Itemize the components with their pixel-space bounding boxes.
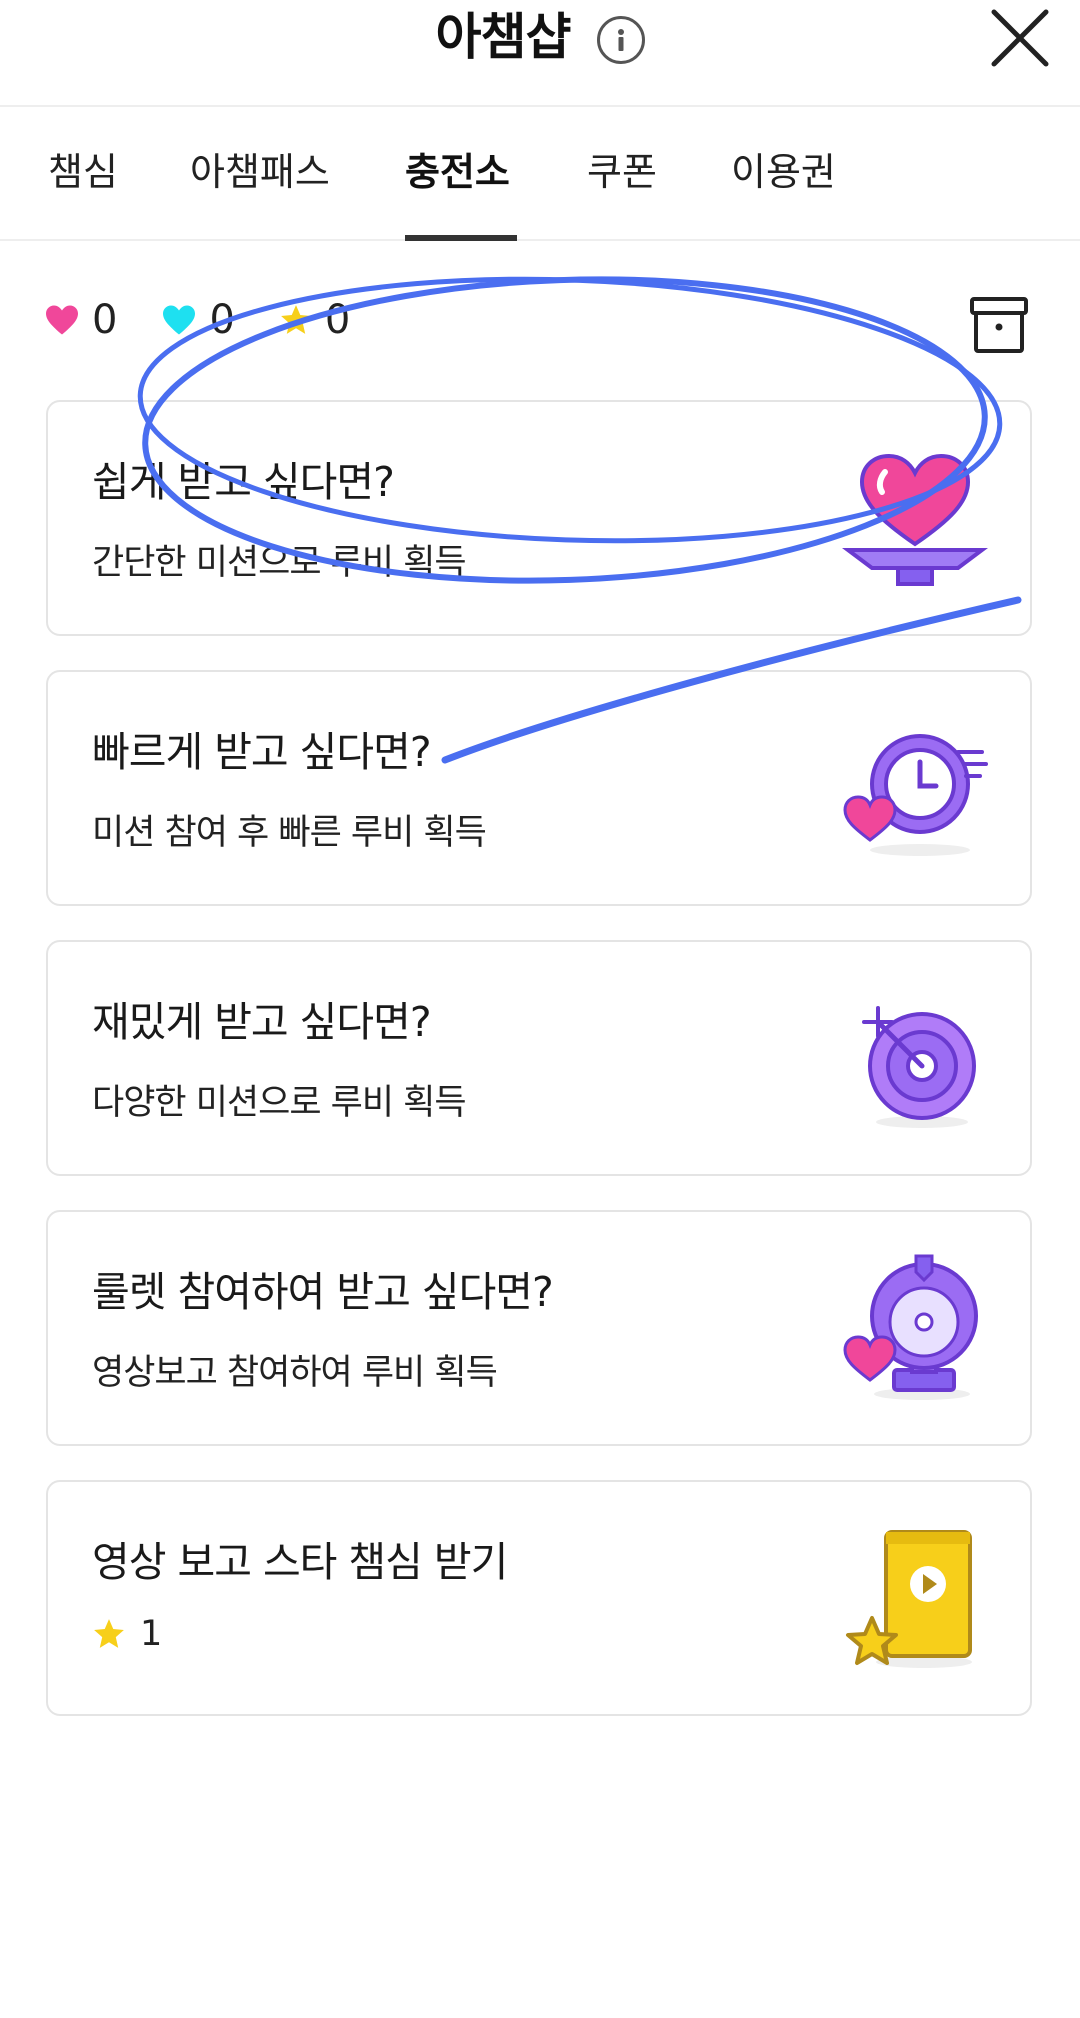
heart-on-plate-icon: [842, 453, 988, 586]
card-title: 룰렛 참여하여 받고 싶다면?: [92, 1268, 554, 1316]
tab-charging-station[interactable]: 충전소: [405, 105, 510, 239]
pink-heart-icon: [46, 305, 78, 335]
charge-card-fast[interactable]: 빠르게 받고 싶다면? 미션 참여 후 빠른 루비 획득: [46, 670, 1032, 906]
card-subtitle: 미션 참여 후 빠른 루비 획득: [92, 813, 487, 853]
star-balance: 0: [279, 297, 350, 343]
active-tab-indicator: [405, 235, 517, 241]
charge-card-video-star[interactable]: 영상 보고 스타 챔심 받기 1: [46, 1480, 1032, 1716]
roulette-heart-icon: [843, 1254, 978, 1400]
close-button[interactable]: [988, 6, 1052, 70]
tab-coupon[interactable]: 쿠폰: [587, 105, 657, 239]
charge-card-fun[interactable]: 재밌게 받고 싶다면? 다양한 미션으로 루비 획득: [46, 940, 1032, 1176]
card-title: 쉽게 받고 싶다면?: [92, 458, 395, 506]
star-icon: [94, 1619, 124, 1648]
target-icon: [862, 1006, 976, 1128]
tab-achampass[interactable]: 아챔패스: [190, 105, 330, 239]
tab-champsim[interactable]: 챔심: [48, 105, 118, 239]
reward-count: 1: [140, 1614, 162, 1654]
star-count: 0: [324, 297, 351, 343]
card-title: 영상 보고 스타 챔심 받기: [92, 1538, 508, 1586]
info-icon[interactable]: [596, 15, 645, 64]
title-bar: 아챔샵: [0, 0, 1080, 80]
cyan-heart-balance: 0: [161, 297, 235, 343]
archive-box-button[interactable]: [968, 295, 1030, 355]
cyan-heart-count: 0: [209, 297, 235, 343]
card-title: 재밌게 받고 싶다면?: [92, 998, 432, 1046]
tab-pass[interactable]: 이용권: [731, 105, 836, 239]
card-title: 빠르게 받고 싶다면?: [92, 728, 432, 776]
charge-card-easy[interactable]: 쉽게 받고 싶다면? 간단한 미션으로 루비 획득: [46, 400, 1032, 636]
balance-row: 0 0 0: [44, 290, 394, 350]
card-subtitle: 간단한 미션으로 루비 획득: [92, 543, 467, 583]
card-subtitle: 영상보고 참여하여 루비 획득: [92, 1353, 498, 1393]
video-phone-star-icon: [846, 1530, 972, 1668]
card-reward: 1: [92, 1614, 162, 1654]
tab-bar: 챔심 아챔패스 충전소 쿠폰 이용권: [0, 105, 1080, 241]
charge-card-roulette[interactable]: 룰렛 참여하여 받고 싶다면? 영상보고 참여하여 루비 획득: [46, 1210, 1032, 1446]
cyan-heart-icon: [163, 305, 196, 335]
top-header: 아챔샵: [0, 0, 1080, 107]
pink-heart-count: 0: [92, 297, 118, 343]
close-icon: [991, 9, 1049, 67]
card-subtitle: 다양한 미션으로 루비 획득: [92, 1083, 467, 1123]
page-title: 아챔샵: [435, 8, 572, 66]
archive-box-icon: [970, 297, 1028, 353]
star-icon: [281, 305, 311, 334]
fast-clock-heart-icon: [843, 734, 988, 856]
pink-heart-balance: 0: [44, 297, 117, 343]
